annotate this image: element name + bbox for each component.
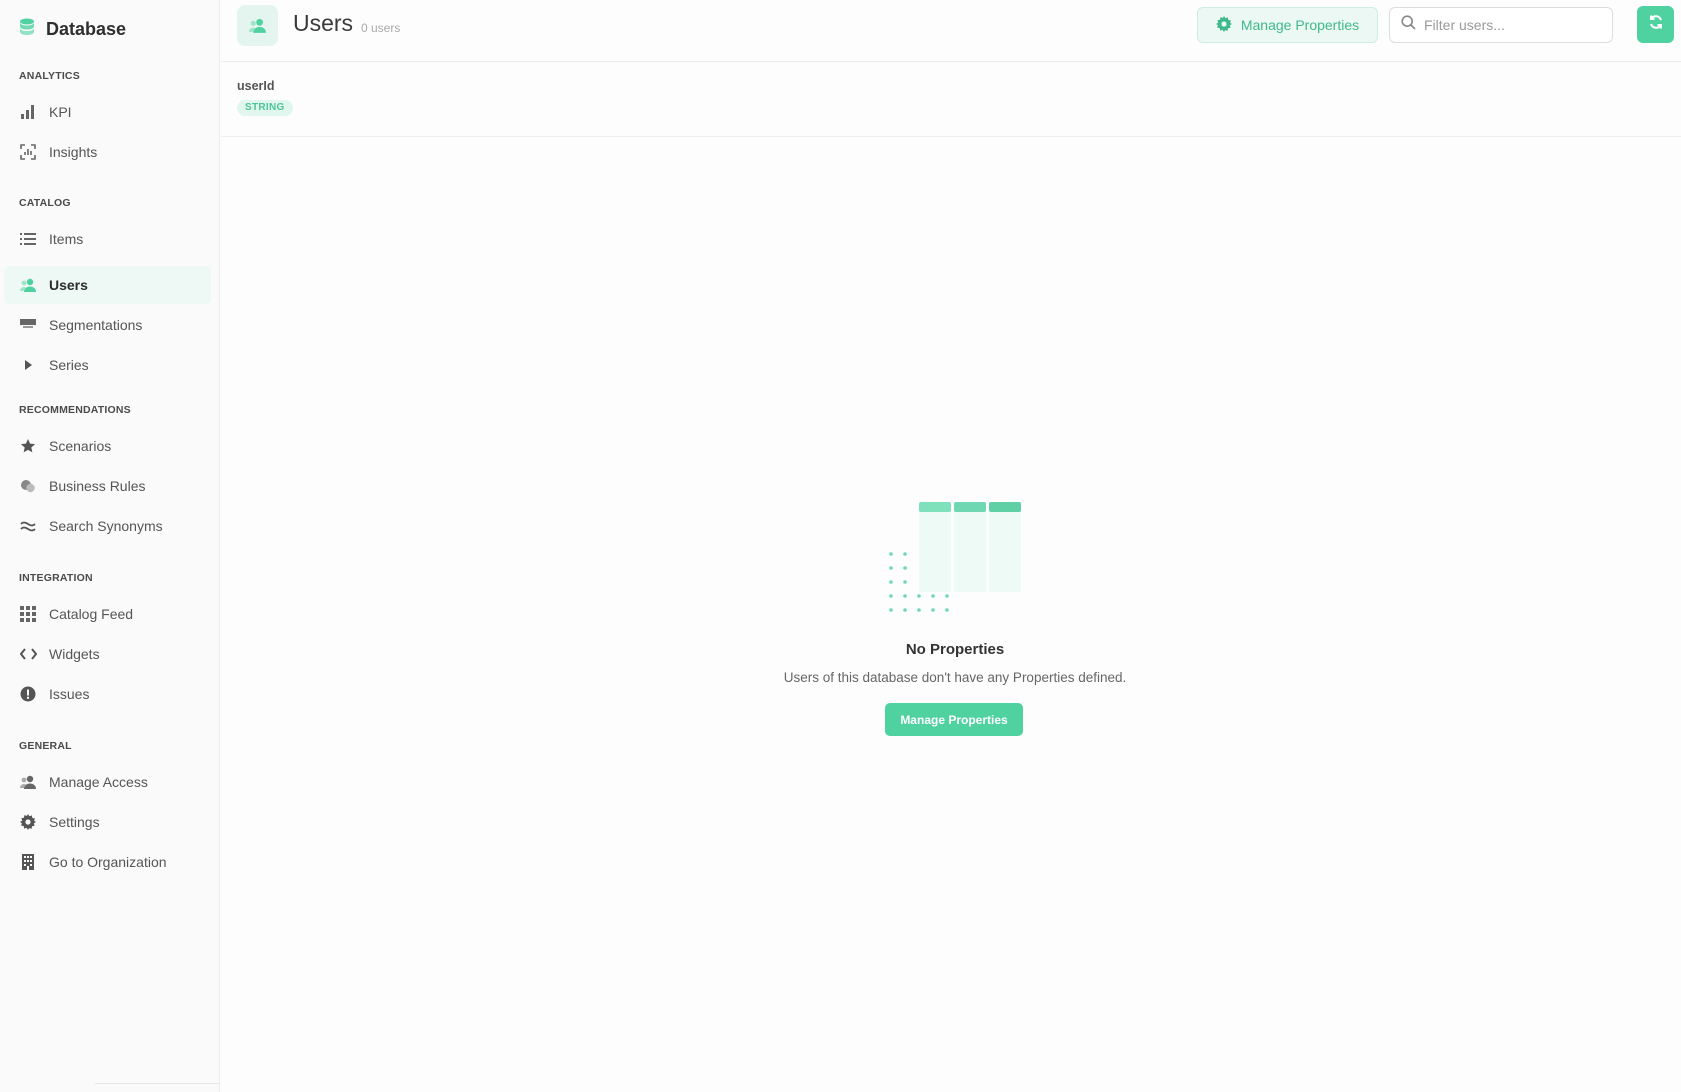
refresh-button[interactable] bbox=[1637, 6, 1674, 43]
brand[interactable]: Database bbox=[19, 17, 126, 41]
sidebar-item-business-rules[interactable]: Business Rules bbox=[4, 467, 211, 505]
sidebar-item-label: Items bbox=[49, 231, 84, 247]
property-name: userId bbox=[237, 79, 275, 93]
business-rules-icon bbox=[19, 477, 37, 495]
sidebar-item-insights[interactable]: Insights bbox=[4, 133, 211, 171]
sidebar-item-go-to-organization[interactable]: Go to Organization bbox=[4, 843, 211, 881]
app-root: Database ANALYTICS CATALOG RECOMMENDATIO… bbox=[0, 0, 1681, 1092]
gear-icon bbox=[1215, 15, 1232, 35]
page-header: Users 0 users Manage Properties bbox=[221, 0, 1681, 62]
app-title: Database bbox=[46, 18, 127, 39]
sidebar-item-manage-access[interactable]: Manage Access bbox=[4, 763, 211, 801]
sidebar-item-segmentations[interactable]: Segmentations bbox=[4, 306, 211, 344]
sidebar-item-label: Manage Access bbox=[49, 774, 148, 790]
sidebar-item-series[interactable]: Series bbox=[4, 346, 211, 384]
search-field[interactable] bbox=[1389, 7, 1613, 43]
bar-chart-icon bbox=[19, 103, 37, 121]
sidebar-item-label: Insights bbox=[49, 144, 98, 160]
sidebar-item-label: Catalog Feed bbox=[49, 606, 134, 622]
manage-properties-button[interactable]: Manage Properties bbox=[1197, 7, 1378, 43]
sidebar-item-label: Go to Organization bbox=[49, 854, 167, 870]
sidebar-item-search-synonyms[interactable]: Search Synonyms bbox=[4, 507, 211, 545]
section-label-general: GENERAL bbox=[19, 740, 72, 752]
sidebar-item-users[interactable]: Users bbox=[4, 266, 211, 304]
sidebar-item-kpi[interactable]: KPI bbox=[4, 93, 211, 131]
sidebar-item-catalog-feed[interactable]: Catalog Feed bbox=[4, 595, 211, 633]
segmentation-icon bbox=[19, 316, 37, 334]
star-icon bbox=[19, 437, 37, 455]
gear-icon bbox=[19, 813, 37, 831]
sidebar-item-label: Scenarios bbox=[49, 438, 112, 454]
property-type-badge: STRING bbox=[237, 100, 293, 116]
sidebar-item-label: Issues bbox=[49, 686, 90, 702]
users-icon bbox=[237, 5, 278, 46]
sidebar-item-scenarios[interactable]: Scenarios bbox=[4, 427, 211, 465]
page-title: Users bbox=[293, 10, 354, 36]
refresh-icon bbox=[1648, 14, 1664, 35]
users-icon bbox=[19, 276, 37, 294]
empty-state-manage-properties-button[interactable]: Manage Properties bbox=[885, 703, 1023, 736]
divider bbox=[95, 1083, 220, 1084]
building-icon bbox=[19, 853, 37, 871]
sidebar-item-label: Series bbox=[49, 357, 89, 373]
manage-properties-label: Manage Properties bbox=[1240, 17, 1360, 33]
search-input[interactable] bbox=[1424, 17, 1604, 33]
sidebar-item-label: Business Rules bbox=[49, 478, 146, 494]
sidebar-item-label: Segmentations bbox=[49, 317, 143, 333]
section-label-analytics: ANALYTICS bbox=[19, 70, 80, 82]
database-icon bbox=[19, 18, 35, 41]
sidebar-item-items[interactable]: Items bbox=[4, 220, 211, 258]
sidebar-item-label: Search Synonyms bbox=[49, 518, 163, 534]
empty-table-illustration bbox=[885, 498, 1025, 625]
sidebar-item-label: Settings bbox=[49, 814, 100, 830]
empty-state-description: Users of this database don't have any Pr… bbox=[783, 670, 1127, 685]
property-row: userId STRING bbox=[221, 62, 1681, 137]
play-icon bbox=[19, 356, 37, 374]
empty-state-title: No Properties bbox=[905, 641, 1005, 658]
sidebar-item-label: Users bbox=[49, 277, 88, 293]
search-icon bbox=[1401, 15, 1416, 35]
sidebar-item-label: KPI bbox=[49, 104, 72, 120]
user-count: 0 users bbox=[361, 21, 401, 35]
section-label-recommendations: RECOMMENDATIONS bbox=[19, 404, 131, 416]
grid-icon bbox=[19, 605, 37, 623]
sidebar-item-settings[interactable]: Settings bbox=[4, 803, 211, 841]
alert-icon bbox=[19, 685, 37, 703]
insights-icon bbox=[19, 143, 37, 161]
section-label-integration: INTEGRATION bbox=[19, 572, 93, 584]
users-icon bbox=[19, 773, 37, 791]
approx-icon bbox=[19, 517, 37, 535]
section-label-catalog: CATALOG bbox=[19, 197, 71, 209]
list-icon bbox=[19, 230, 37, 248]
sidebar: Database ANALYTICS CATALOG RECOMMENDATIO… bbox=[0, 0, 220, 1092]
